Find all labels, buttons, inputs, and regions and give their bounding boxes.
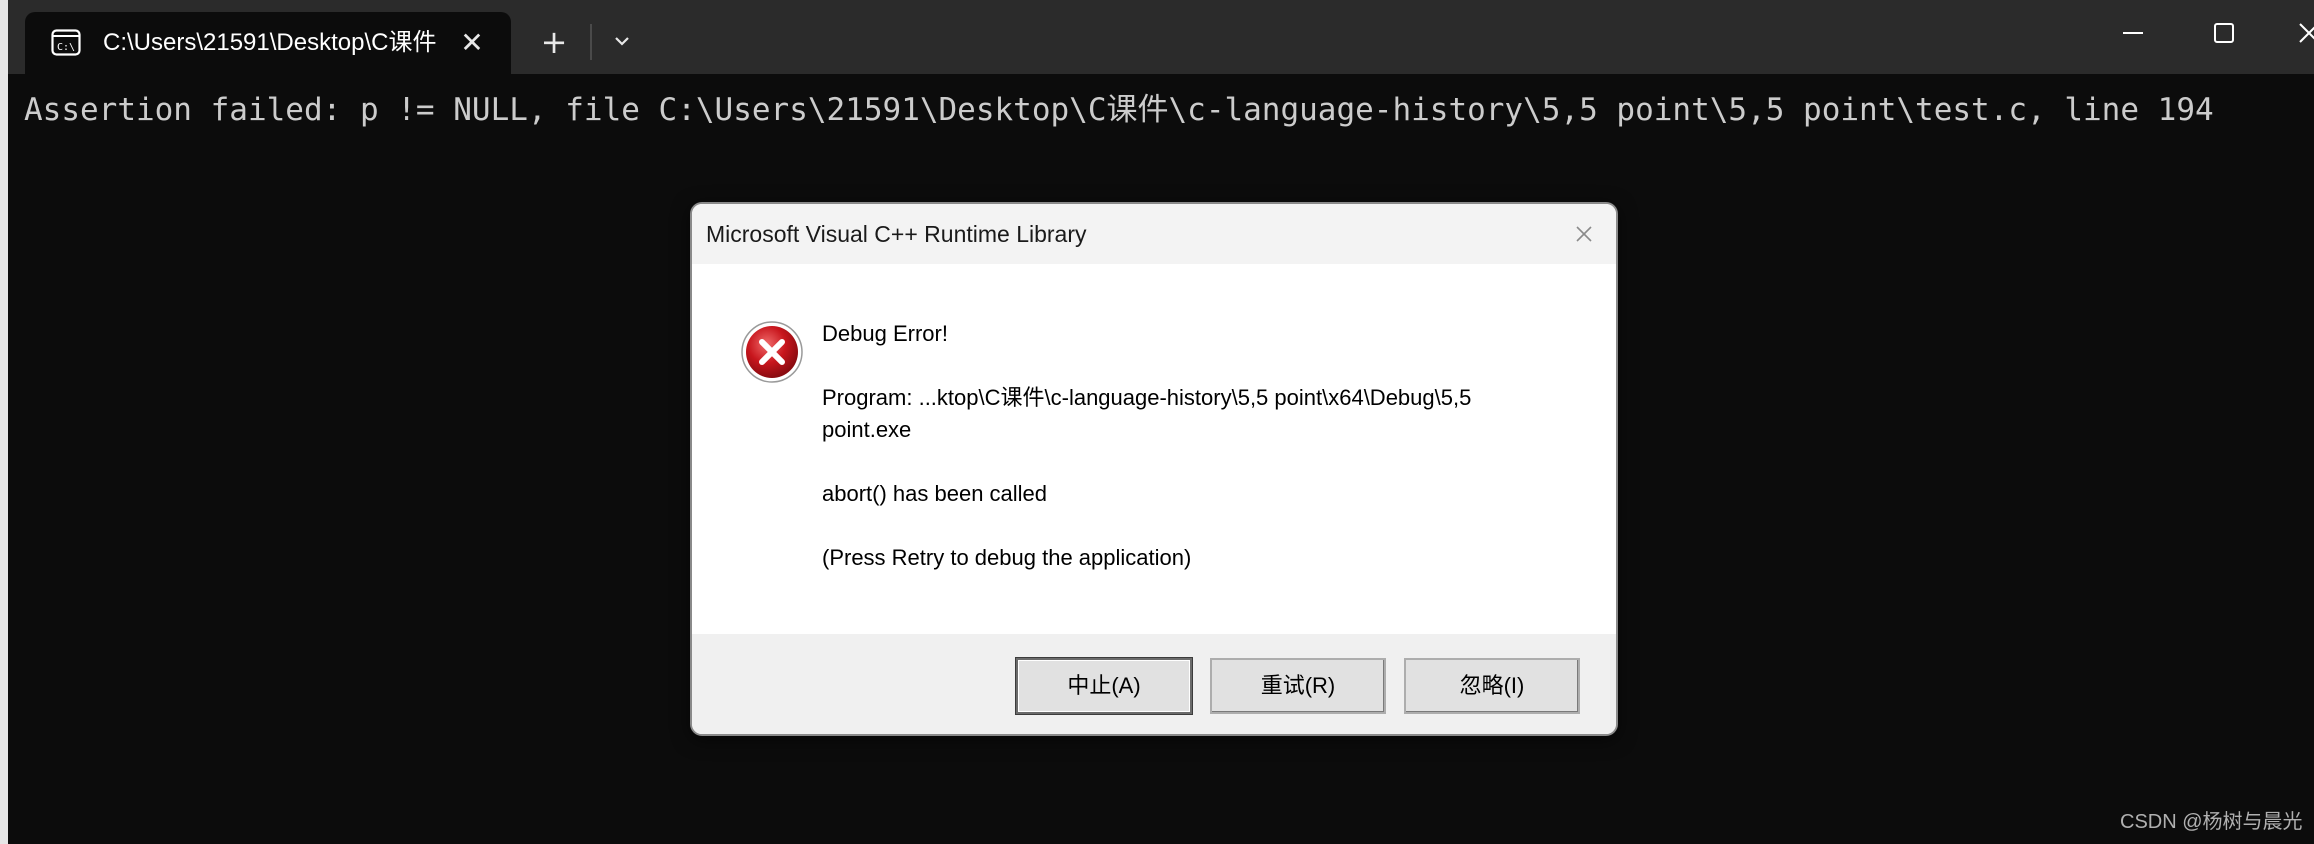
terminal-window: C:\ C:\Users\21591\Desktop\C课件 ✕ + Asser… [0, 0, 2314, 844]
minimize-icon[interactable] [2098, 8, 2168, 58]
svg-text:C:\: C:\ [57, 42, 75, 53]
error-heading: Debug Error! [822, 321, 948, 346]
window-close-icon[interactable] [2278, 8, 2314, 58]
runtime-error-dialog: Microsoft Visual C++ Runtime Library Deb… [690, 202, 1618, 736]
retry-button[interactable]: 重试(R) [1210, 658, 1386, 714]
console-icon: C:\ [51, 29, 81, 56]
program-path-line-2: point.exe [822, 417, 912, 442]
new-tab-button[interactable]: + [528, 20, 580, 64]
watermark: CSDN @杨树与晨光 [2120, 811, 2303, 833]
dialog-title: Microsoft Visual C++ Runtime Library [706, 221, 1087, 247]
abort-message: abort() has been called [822, 481, 1048, 506]
desktop-edge [0, 0, 8, 844]
error-icon [741, 321, 803, 383]
abort-button[interactable]: 中止(A) [1016, 658, 1192, 714]
ignore-button[interactable]: 忽略(I) [1404, 658, 1580, 714]
dialog-body: Debug Error! Program: ...ktop\C课件\c-lang… [692, 264, 1616, 634]
dialog-button-bar: 中止(A) 重试(R) 忽略(I) [692, 634, 1616, 734]
chevron-down-icon[interactable] [596, 20, 648, 64]
retry-hint: (Press Retry to debug the application) [822, 545, 1192, 570]
dialog-title-bar[interactable]: Microsoft Visual C++ Runtime Library [692, 204, 1616, 264]
maximize-icon[interactable] [2190, 8, 2260, 58]
tab-divider [590, 24, 592, 60]
tab-close-icon[interactable]: ✕ [455, 26, 489, 60]
close-icon[interactable] [1566, 216, 1602, 252]
console-output[interactable]: Assertion failed: p != NULL, file C:\Use… [24, 88, 2304, 132]
tab-title: C:\Users\21591\Desktop\C课件 [103, 29, 437, 56]
terminal-tab[interactable]: C:\ C:\Users\21591\Desktop\C课件 ✕ [25, 12, 511, 74]
title-bar[interactable]: C:\ C:\Users\21591\Desktop\C课件 ✕ + [8, 0, 2314, 74]
program-path-line-1: Program: ...ktop\C课件\c-language-history\… [822, 385, 1472, 410]
